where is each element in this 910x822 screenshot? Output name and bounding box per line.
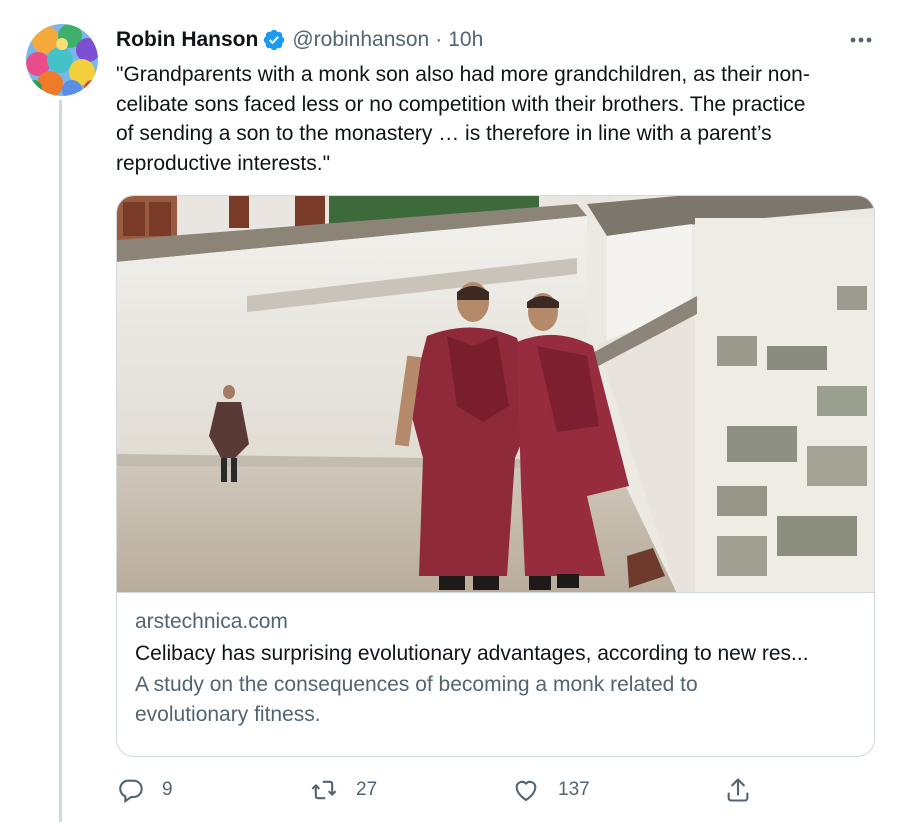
- link-card[interactable]: arstechnica.com Celibacy has surprising …: [116, 195, 875, 757]
- retweet-count: 27: [356, 779, 378, 800]
- share-button[interactable]: [724, 772, 752, 808]
- card-domain: arstechnica.com: [135, 610, 288, 633]
- thread-line: [59, 100, 62, 822]
- more-options-button[interactable]: [846, 26, 876, 54]
- tweet-text: "Grandparents with a monk son also had m…: [116, 63, 810, 175]
- author-handle[interactable]: @robinhanson: [292, 28, 429, 52]
- tweet-actions: 9 27 137: [116, 772, 856, 808]
- card-body[interactable]: arstechnica.com Celibacy has surprising …: [135, 608, 860, 730]
- like-icon: [515, 780, 537, 802]
- retweet-icon: [311, 780, 337, 800]
- monks-photo: [117, 196, 874, 592]
- more-icon: [850, 37, 872, 43]
- card-description: A study on the consequences of becoming …: [135, 673, 698, 726]
- card-image[interactable]: [117, 196, 874, 593]
- tweet-timestamp[interactable]: 10h: [448, 28, 483, 52]
- header-separator: ·: [435, 28, 443, 51]
- verified-badge-icon: [262, 28, 286, 52]
- reply-count: 9: [162, 779, 173, 800]
- tweet-header: Robin Hanson @robinhanson · 10h: [116, 26, 483, 54]
- like-count: 137: [558, 779, 590, 800]
- reply-icon: [119, 779, 143, 804]
- card-title: Celibacy has surprising evolutionary adv…: [135, 642, 809, 665]
- tweet[interactable]: Robin Hanson @robinhanson · 10h "Grandpa…: [0, 0, 910, 822]
- author-name[interactable]: Robin Hanson: [116, 28, 258, 52]
- avatar[interactable]: [26, 24, 98, 96]
- retweet-button[interactable]: 27: [310, 772, 377, 808]
- like-button[interactable]: 137: [512, 772, 590, 808]
- reply-button[interactable]: 9: [116, 772, 173, 808]
- avatar-image: [26, 24, 98, 96]
- share-icon: [727, 778, 749, 802]
